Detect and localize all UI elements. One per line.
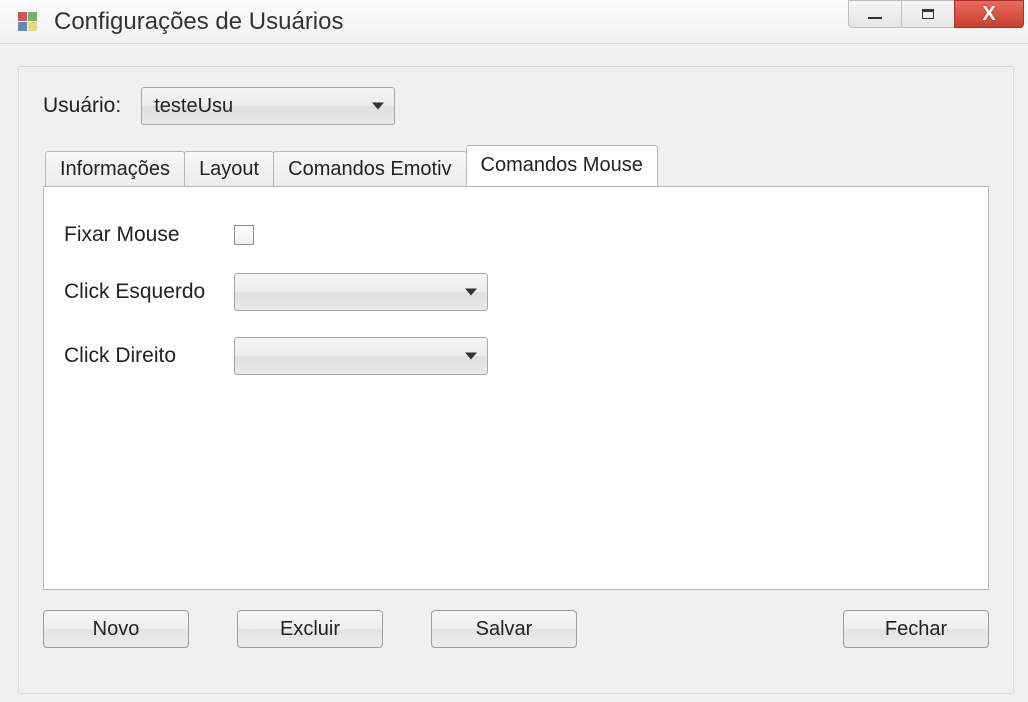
click-esquerdo-combobox[interactable] [234,273,488,311]
fixar-mouse-label: Fixar Mouse [64,223,234,247]
tab-comandos-mouse[interactable]: Comandos Mouse [466,145,658,186]
novo-button[interactable]: Novo [43,610,189,648]
window-minimize-button[interactable] [848,0,902,28]
tab-label: Informações [60,158,170,180]
user-combobox[interactable]: testeUsu [141,87,395,125]
window-close-button[interactable]: X [954,0,1024,28]
app-icon [18,12,38,32]
button-label: Excluir [280,618,340,641]
fixar-mouse-checkbox[interactable] [234,225,254,245]
client-area: Usuário: testeUsu Informações Layout Com… [0,44,1028,702]
tab-label: Comandos Mouse [481,154,643,176]
user-label: Usuário: [43,94,121,118]
user-combobox-value: testeUsu [154,95,233,118]
chevron-down-icon [465,353,477,360]
tabstrip: Informações Layout Comandos Emotiv Coman… [43,145,989,186]
fechar-button[interactable]: Fechar [843,610,989,648]
groupbox-frame: Usuário: testeUsu Informações Layout Com… [18,66,1014,694]
minimize-icon [868,17,882,19]
tab-comandos-emotiv[interactable]: Comandos Emotiv [273,151,466,187]
button-label: Fechar [885,618,947,641]
click-esquerdo-label: Click Esquerdo [64,280,234,304]
click-direito-label: Click Direito [64,344,234,368]
window-maximize-button[interactable] [901,0,955,28]
user-row: Usuário: testeUsu [43,87,989,125]
row-click-direito: Click Direito [64,337,968,375]
titlebar: Configurações de Usuários X [0,0,1028,44]
tab-layout[interactable]: Layout [184,151,274,187]
chevron-down-icon [372,103,384,110]
tab-label: Layout [199,158,259,180]
excluir-button[interactable]: Excluir [237,610,383,648]
window-controls: X [848,0,1024,28]
chevron-down-icon [465,289,477,296]
window-title: Configurações de Usuários [54,8,344,36]
row-click-esquerdo: Click Esquerdo [64,273,968,311]
tabpage-comandos-mouse: Fixar Mouse Click Esquerdo Click Direito [43,186,989,590]
tab-informacoes[interactable]: Informações [45,151,185,187]
button-label: Novo [93,618,140,641]
close-icon: X [982,4,995,24]
row-fixar-mouse: Fixar Mouse [64,223,968,247]
salvar-button[interactable]: Salvar [431,610,577,648]
click-direito-combobox[interactable] [234,337,488,375]
tab-label: Comandos Emotiv [288,158,451,180]
maximize-icon [922,9,934,19]
button-label: Salvar [476,618,533,641]
button-row: Novo Excluir Salvar Fechar [43,610,989,648]
